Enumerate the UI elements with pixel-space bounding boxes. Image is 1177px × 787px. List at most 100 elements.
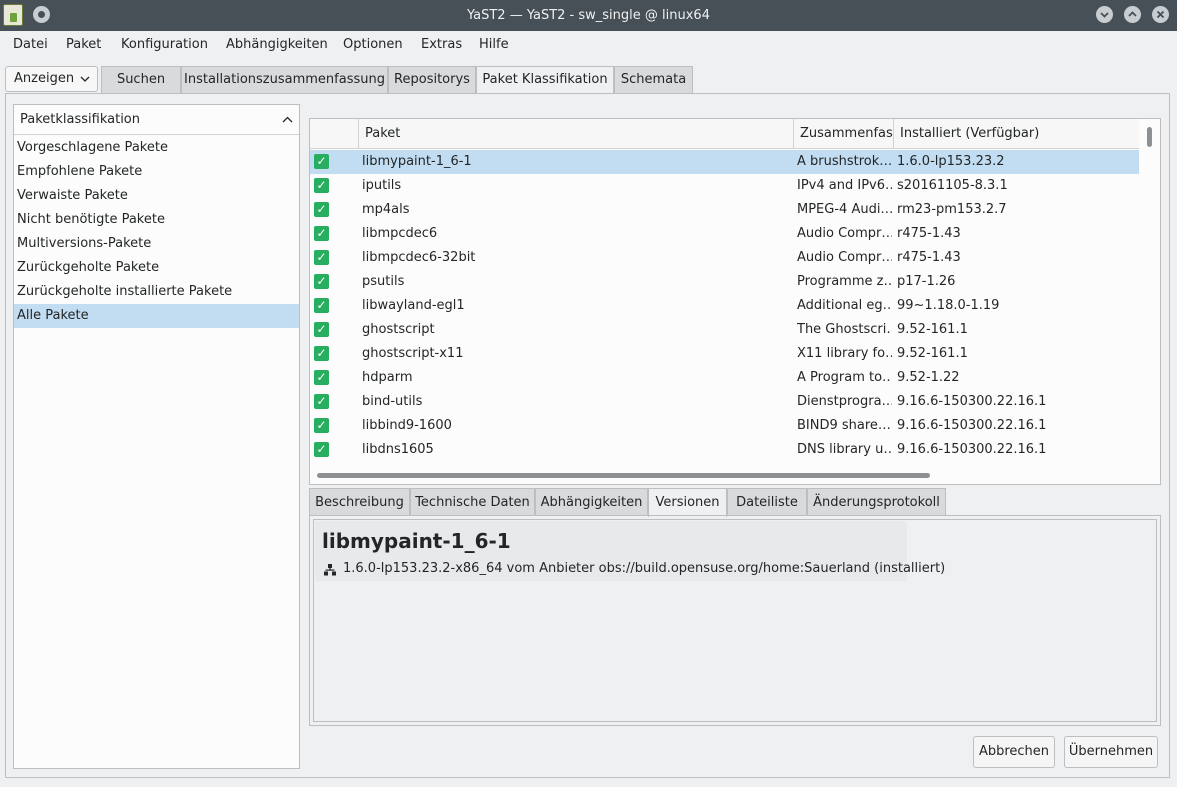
menu-extras[interactable]: Extras <box>421 31 462 59</box>
tab-dateiliste[interactable]: Dateiliste <box>727 488 807 516</box>
package-version-cell: p17-1.26 <box>897 274 956 289</box>
column-header-zusammenfassung[interactable]: Zusammenfas <box>794 119 894 149</box>
list-item-vorgeschlagene-pakete[interactable]: Vorgeschlagene Pakete <box>14 136 299 160</box>
list-item-verwaiste-pakete[interactable]: Verwaiste Pakete <box>14 184 299 208</box>
table-row[interactable]: ✓ libdns1605 DNS library u… 9.16.6-150300.2… <box>310 438 1140 462</box>
maximize-button[interactable] <box>1124 6 1141 23</box>
status-cell: ✓ <box>310 294 359 318</box>
version-line[interactable]: 1.6.0-lp153.23.2-x86_64 vom Anbieter obs… <box>343 561 945 576</box>
table-row[interactable]: ✓ libbind9-1600 BIND9 share… 9.16.6-150300.… <box>310 414 1140 438</box>
table-row[interactable]: ✓ bind-utils Dienstprogra… 9.16.6-150300.22… <box>310 390 1140 414</box>
status-cell: ✓ <box>310 174 359 198</box>
version-info: libmypaint-1_6-1 1.6.0-lp153.23.2-x86_64… <box>315 521 945 581</box>
table-row[interactable]: ✓ libmypaint-1_6-1 A brushstrok… 1.6.0-lp15… <box>310 150 1140 174</box>
menu-datei[interactable]: Datei <box>13 31 48 59</box>
menu-abhaengigkeiten[interactable]: Abhängigkeiten <box>226 31 328 59</box>
package-name-cell: ghostscript <box>362 322 435 337</box>
status-cell: ✓ <box>310 150 359 174</box>
tab-paket-klassifikation[interactable]: Paket Klassifikation <box>476 66 614 94</box>
chevron-up-icon <box>1128 11 1137 17</box>
package-summary-cell: MPEG-4 Audi… <box>797 202 892 217</box>
minimize-button[interactable] <box>1096 6 1113 23</box>
package-summary-cell: X11 library fo… <box>797 346 892 361</box>
list-item-empfohlene-pakete[interactable]: Empfohlene Pakete <box>14 160 299 184</box>
table-row[interactable]: ✓ iputils IPv4 and IPv6… s20161105-8.3.1 <box>310 174 1140 198</box>
package-name-cell: libmpcdec6-32bit <box>362 250 476 265</box>
tab-technische-daten[interactable]: Technische Daten <box>410 488 535 516</box>
table-row[interactable]: ✓ mp4als MPEG-4 Audi… rm23-pm153.2.7 <box>310 198 1140 222</box>
installed-checkbox[interactable]: ✓ <box>314 250 329 265</box>
menu-paket[interactable]: Paket <box>66 31 101 59</box>
installed-checkbox[interactable]: ✓ <box>314 202 329 217</box>
close-icon <box>1156 10 1165 19</box>
installed-checkbox[interactable]: ✓ <box>314 322 329 337</box>
tab-aenderungsprotokoll[interactable]: Änderungsprotokoll <box>807 488 946 516</box>
package-name-cell: ghostscript-x11 <box>362 346 464 361</box>
tab-versionen[interactable]: Versionen <box>648 488 727 517</box>
column-header-paket[interactable]: Paket <box>359 119 794 149</box>
menu-hilfe[interactable]: Hilfe <box>479 31 509 59</box>
package-name-cell: psutils <box>362 274 405 289</box>
table-row[interactable]: ✓ hdparm A Program to… 9.52-1.22 <box>310 366 1140 390</box>
package-name-cell: bind-utils <box>362 394 423 409</box>
classification-header-label: Paketklassifikation <box>20 112 141 127</box>
installed-checkbox[interactable]: ✓ <box>314 370 329 385</box>
menu-optionen[interactable]: Optionen <box>343 31 403 59</box>
installed-checkbox[interactable]: ✓ <box>314 346 329 361</box>
status-cell: ✓ <box>310 270 359 294</box>
tab-repositorys[interactable]: Repositorys <box>388 66 476 93</box>
scrollbar-thumb[interactable] <box>1147 127 1152 147</box>
package-summary-cell: Dienstprogra… <box>797 394 892 409</box>
menu-konfiguration[interactable]: Konfiguration <box>121 31 208 59</box>
table-row[interactable]: ✓ libwayland-egl1 Additional eg… 99~1.18.0-… <box>310 294 1140 318</box>
vertical-scrollbar[interactable] <box>1139 119 1160 466</box>
installed-checkbox[interactable]: ✓ <box>314 154 329 169</box>
column-header-installiert[interactable]: Installiert (Verfügbar) <box>894 119 1140 149</box>
table-row[interactable]: ✓ psutils Programme z… p17-1.26 <box>310 270 1140 294</box>
installed-checkbox[interactable]: ✓ <box>314 274 329 289</box>
list-item-multiversions-pakete[interactable]: Multiversions-Pakete <box>14 232 299 256</box>
installed-checkbox[interactable]: ✓ <box>314 442 329 457</box>
close-button[interactable] <box>1152 6 1169 23</box>
list-item-nicht-benoetigte-pakete[interactable]: Nicht benötigte Pakete <box>14 208 299 232</box>
tab-beschreibung[interactable]: Beschreibung <box>309 488 410 516</box>
package-summary-cell: Additional eg… <box>797 298 892 313</box>
table-row[interactable]: ✓ libmpcdec6 Audio Compr… r475-1.43 <box>310 222 1140 246</box>
tab-abhaengigkeiten[interactable]: Abhängigkeiten <box>535 488 648 516</box>
package-version-cell: 9.16.6-150300.22.16.1 <box>897 442 1047 457</box>
installed-checkbox[interactable]: ✓ <box>314 298 329 313</box>
package-table: Paket Zusammenfas Installiert (Verfügbar… <box>309 118 1161 485</box>
installed-checkbox[interactable]: ✓ <box>314 394 329 409</box>
package-summary-cell: A Program to… <box>797 370 892 385</box>
list-item-alle-pakete[interactable]: Alle Pakete <box>14 304 299 328</box>
horizontal-scrollbar[interactable] <box>310 466 1160 484</box>
scrollbar-thumb[interactable] <box>317 473 930 478</box>
table-row[interactable]: ✓ ghostscript-x11 X11 library fo… 9.52-161.… <box>310 342 1140 366</box>
list-item-zurueckgeholte-installierte-pakete[interactable]: Zurückgeholte installierte Pakete <box>14 280 299 304</box>
column-header-status[interactable] <box>310 119 359 149</box>
package-version-cell: 99~1.18.0-1.19 <box>897 298 1000 313</box>
window-title: YaST2 — YaST2 - sw_single @ linux64 <box>467 8 710 23</box>
package-version-cell: 1.6.0-lp153.23.2 <box>897 154 1005 169</box>
accept-button[interactable]: Übernehmen <box>1064 736 1158 768</box>
cancel-button[interactable]: Abbrechen <box>973 736 1055 768</box>
table-row[interactable]: ✓ ghostscript The Ghostscri… 9.52-161.1 <box>310 318 1140 342</box>
package-name-cell: libmpcdec6 <box>362 226 438 241</box>
package-version-cell: 9.52-1.22 <box>897 370 960 385</box>
tab-installationszusammenfassung[interactable]: Installationszusammenfassung <box>181 66 388 93</box>
package-version-cell: 9.16.6-150300.22.16.1 <box>897 394 1047 409</box>
package-version-cell: 9.16.6-150300.22.16.1 <box>897 418 1047 433</box>
tab-schemata[interactable]: Schemata <box>614 66 693 93</box>
installed-checkbox[interactable]: ✓ <box>314 418 329 433</box>
list-item-zurueckgeholte-pakete[interactable]: Zurückgeholte Pakete <box>14 256 299 280</box>
chevron-down-icon <box>1100 12 1109 18</box>
view-combo[interactable]: Anzeigen <box>5 66 98 92</box>
package-summary-cell: DNS library u… <box>797 442 892 457</box>
installed-checkbox[interactable]: ✓ <box>314 226 329 241</box>
tab-suchen[interactable]: Suchen <box>101 66 181 93</box>
table-row[interactable]: ✓ libmpcdec6-32bit Audio Compr… r475-1.43 <box>310 246 1140 270</box>
package-version-cell: 9.52-161.1 <box>897 346 968 361</box>
classification-header[interactable]: Paketklassifikation <box>14 105 299 135</box>
status-cell: ✓ <box>310 222 359 246</box>
installed-checkbox[interactable]: ✓ <box>314 178 329 193</box>
